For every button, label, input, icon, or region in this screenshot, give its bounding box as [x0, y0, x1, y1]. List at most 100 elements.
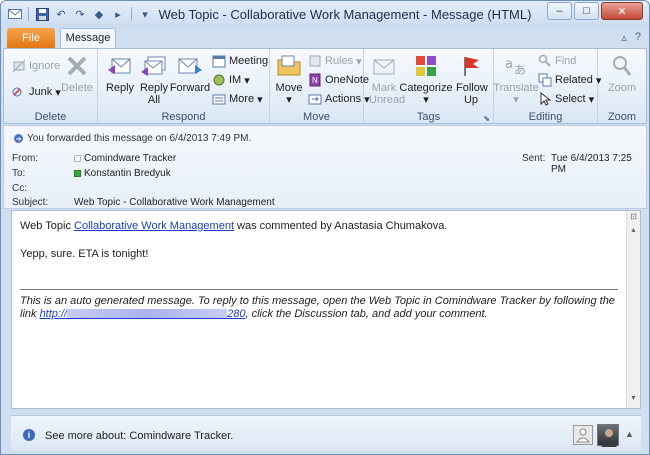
people-pane: i See more about: Comindware Tracker. ▲	[11, 415, 641, 451]
group-label-respond: Respond	[161, 111, 206, 123]
translate-icon: aあ	[501, 53, 531, 79]
move-folder-icon	[274, 53, 304, 79]
related-icon	[538, 73, 552, 87]
delete-button[interactable]: Delete	[60, 53, 94, 94]
forward-icon	[175, 53, 205, 79]
sent-label: Sent:	[522, 153, 546, 164]
tab-message[interactable]: Message	[60, 28, 116, 49]
cc-label: Cc:	[12, 183, 27, 194]
minimize-icon: –	[556, 5, 563, 17]
rules-button[interactable]: Rules ▾	[308, 54, 362, 68]
vertical-scrollbar[interactable]: ⊡ ▲ ▼	[626, 211, 640, 408]
expand-people-pane-icon[interactable]: ▲	[625, 429, 634, 439]
info-icon: i	[23, 429, 35, 441]
message-text: Web Topic Collaborative Work Management …	[20, 219, 620, 275]
group-label-editing: Editing	[528, 111, 563, 123]
minimize-button[interactable]: –	[547, 2, 572, 20]
categorize-button[interactable]: Categorize ▾	[399, 53, 453, 106]
ignore-button[interactable]: Ignore	[12, 59, 60, 73]
related-button[interactable]: Related ▾	[538, 73, 601, 87]
scroll-down-arrow-icon[interactable]: ▼	[628, 395, 639, 406]
onenote-icon: N	[308, 73, 322, 87]
ribbon-tabs: File Message ▵ ?	[1, 28, 649, 49]
reply-all-button[interactable]: Reply All	[136, 53, 172, 106]
auto-generated-note: This is an auto generated message. To re…	[20, 295, 615, 320]
from-label: From:	[12, 153, 39, 164]
to-value[interactable]: Konstantin Bredyuk	[74, 168, 171, 179]
tracker-link[interactable]: http://280	[40, 308, 246, 320]
zoom-button[interactable]: Zoom	[604, 53, 640, 94]
junk-icon	[12, 85, 26, 99]
svg-text:あ: あ	[514, 63, 526, 77]
group-label-tags: Tags	[416, 111, 441, 123]
from-value[interactable]: Comindware Tracker	[74, 153, 176, 164]
junk-button[interactable]: Junk ▾	[12, 85, 61, 99]
select-button[interactable]: Select ▾	[538, 92, 594, 106]
group-label-zoom: Zoom	[607, 111, 637, 123]
window-controls: – □ ✕	[547, 2, 643, 20]
reply-all-icon	[139, 53, 169, 79]
reply-button[interactable]: Reply	[102, 53, 138, 94]
close-button[interactable]: ✕	[601, 2, 643, 20]
categorize-dropdown-icon: ▾	[423, 94, 429, 106]
translate-button[interactable]: aあ Translate ▾	[493, 53, 538, 106]
meeting-icon	[212, 54, 226, 68]
svg-text:a: a	[505, 57, 513, 72]
maximize-button[interactable]: □	[574, 2, 599, 20]
group-tags: Mark Unread Categorize ▾ Follow Up Tags …	[364, 49, 494, 125]
ribbon: Ignore Junk ▾ Delete Delete Reply Reply …	[3, 48, 647, 125]
subject-value: Web Topic - Collaborative Work Managemen…	[74, 197, 275, 208]
cursor-icon	[538, 92, 552, 106]
move-button[interactable]: Move ▾	[273, 53, 305, 106]
translate-dropdown-icon: ▾	[513, 94, 519, 106]
im-button[interactable]: IM ▾	[212, 73, 250, 87]
see-more-text: See more about: Comindware Tracker.	[45, 430, 234, 442]
follow-up-button[interactable]: Follow Up	[452, 53, 490, 106]
presence-online-icon	[74, 170, 81, 177]
topic-link[interactable]: Collaborative Work Management	[74, 220, 234, 232]
comment-notice: Web Topic Collaborative Work Management …	[20, 220, 448, 232]
more-icon	[212, 92, 226, 106]
presence-unknown-icon	[74, 155, 81, 162]
im-icon	[212, 73, 226, 87]
meeting-button[interactable]: Meeting	[212, 54, 268, 68]
find-button[interactable]: Find	[538, 54, 576, 68]
contact-avatar-photo[interactable]	[597, 424, 619, 447]
magnifier-icon	[607, 53, 637, 79]
actions-button[interactable]: Actions ▾	[308, 92, 370, 106]
sent-value: Tue 6/4/2013 7:25 PM	[551, 153, 632, 175]
group-editing: aあ Translate ▾ Find Related ▾ Select ▾ E…	[493, 49, 601, 125]
minimize-ribbon-icon[interactable]: ▵	[621, 31, 627, 44]
mark-unread-button[interactable]: Mark Unread	[366, 53, 405, 106]
delete-icon	[62, 53, 92, 79]
tab-file[interactable]: File	[7, 28, 55, 48]
forwarded-icon: ➜	[14, 134, 23, 143]
message-body[interactable]: Web Topic Collaborative Work Management …	[11, 210, 641, 409]
smart-tag-icon[interactable]: ⊡	[628, 212, 639, 223]
rules-icon	[308, 54, 322, 68]
group-zoom: Zoom Zoom	[598, 49, 646, 125]
categorize-icon	[411, 53, 441, 79]
group-respond: Reply Reply All Forward Meeting IM ▾ Mor…	[98, 49, 270, 125]
forward-button[interactable]: Forward	[170, 53, 210, 94]
scroll-up-arrow-icon[interactable]: ▲	[628, 227, 639, 238]
close-icon: ✕	[617, 5, 627, 18]
ignore-icon	[12, 59, 26, 73]
divider	[20, 289, 618, 290]
subject-label: Subject:	[12, 197, 49, 208]
im-dropdown-icon: ▾	[244, 74, 250, 87]
contact-avatar-placeholder[interactable]	[573, 425, 593, 445]
group-delete: Ignore Junk ▾ Delete Delete	[4, 49, 98, 125]
more-respond-button[interactable]: More ▾	[212, 92, 263, 106]
forward-info-bar: ➜ You forwarded this message on 6/4/2013…	[14, 133, 252, 144]
message-window: ↶ ↷ ◆ ▸ ▾ Web Topic - Collaborative Work…	[0, 0, 650, 455]
maximize-icon: □	[583, 5, 590, 17]
group-label-move: Move	[303, 111, 330, 123]
tags-dialog-launcher-icon[interactable]: ⬊	[483, 114, 490, 123]
reply-icon	[105, 53, 135, 79]
onenote-button[interactable]: N OneNote	[308, 73, 369, 87]
group-move: Move ▾ Rules ▾ N OneNote Actions ▾ Move	[270, 49, 370, 125]
find-icon	[538, 54, 552, 68]
help-icon[interactable]: ?	[635, 31, 641, 44]
to-label: To:	[12, 168, 26, 179]
